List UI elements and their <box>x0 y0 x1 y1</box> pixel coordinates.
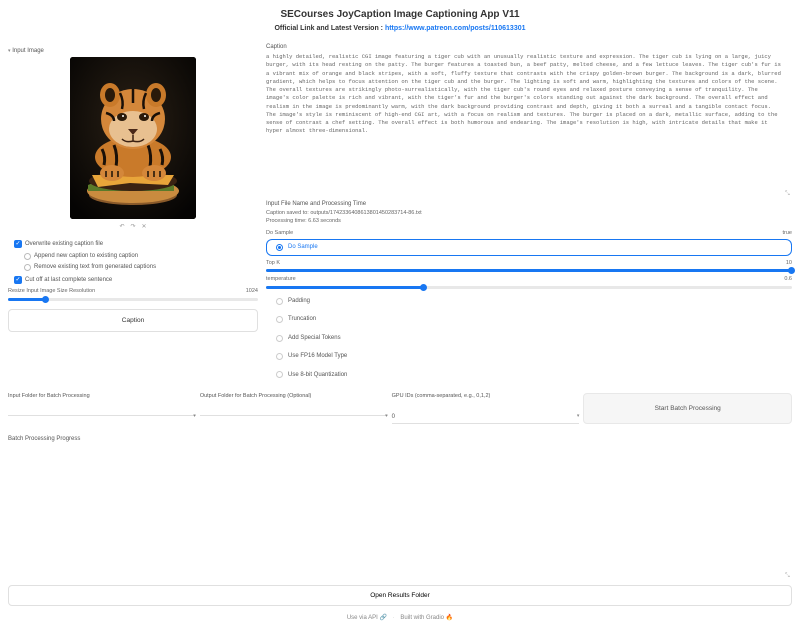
page-footer: Use via API 🔗 · Built with Gradio 🔥 <box>8 614 792 622</box>
batch-input-folder-field[interactable]: Input Folder for Batch Processing ▾ <box>8 393 196 424</box>
radio-dot[interactable] <box>276 353 283 360</box>
caption-label: Caption <box>266 40 792 51</box>
overwrite-label: Overwrite existing caption file <box>25 240 103 248</box>
radio-dot[interactable] <box>276 371 283 378</box>
start-batch-button[interactable]: Start Batch Processing <box>583 393 792 424</box>
caption-output[interactable] <box>266 53 792 193</box>
batch-output-folder-field[interactable]: Output Folder for Batch Processing (Opti… <box>200 393 388 424</box>
truncation-option[interactable]: Truncation <box>266 311 792 327</box>
collapse-caret[interactable]: ▾ <box>8 48 11 54</box>
append-radio[interactable] <box>24 253 31 260</box>
resize-handle-icon[interactable]: ⤡ <box>785 190 791 196</box>
link-icon: 🔗 <box>380 615 387 621</box>
chevron-down-icon[interactable]: ▾ <box>385 413 388 420</box>
batch-progress-output[interactable] <box>8 445 792 575</box>
clear-icon[interactable]: ✕ <box>142 223 147 231</box>
api-link[interactable]: Use via API 🔗 <box>347 615 387 621</box>
resize-slider[interactable]: Resize Input Image Size Resolution 1024 <box>8 288 258 301</box>
open-results-folder-button[interactable]: Open Results Folder <box>8 585 792 606</box>
status-text: Caption saved to: outputs/17423364086138… <box>266 210 792 225</box>
status-label: Input File Name and Processing Time <box>266 197 792 208</box>
topk-slider[interactable]: Top K10 <box>266 260 792 273</box>
caption-button[interactable]: Caption <box>8 309 258 332</box>
use-fp16-option[interactable]: Use FP16 Model Type <box>266 348 792 364</box>
do-sample-option[interactable]: Do Sample <box>266 239 792 255</box>
tiger-burger-image <box>70 57 196 219</box>
add-special-tokens-option[interactable]: Add Special Tokens <box>266 330 792 346</box>
overwrite-checkbox[interactable]: ✓ <box>14 240 22 248</box>
remove-radio-row[interactable]: Remove existing text from generated capt… <box>8 263 258 271</box>
chevron-down-icon[interactable]: ▾ <box>577 413 580 420</box>
radio-dot[interactable] <box>276 335 283 342</box>
use-8bit-option[interactable]: Use 8-bit Quantization <box>266 367 792 383</box>
temperature-slider[interactable]: temperature0.6 <box>266 276 792 289</box>
input-image-preview[interactable] <box>70 57 196 219</box>
radio-dot[interactable] <box>276 316 283 323</box>
undo-icon[interactable]: ↶ <box>119 223 124 231</box>
padding-option[interactable]: Padding <box>266 293 792 309</box>
subtitle-prefix: Official Link and Latest Version : <box>274 25 384 32</box>
fire-icon: 🔥 <box>446 615 453 621</box>
remove-radio[interactable] <box>24 264 31 271</box>
append-radio-row[interactable]: Append new caption to existing caption <box>8 252 258 260</box>
input-image-label: ▾ Input Image <box>8 44 258 55</box>
do-sample-label: Do Sample <box>266 230 293 238</box>
do-sample-value: true <box>783 230 792 238</box>
page-subtitle: Official Link and Latest Version : https… <box>8 24 792 34</box>
gradio-link[interactable]: Built with Gradio 🔥 <box>400 615 453 621</box>
page-title: SECourses JoyCaption Image Captioning Ap… <box>8 8 792 22</box>
chevron-down-icon[interactable]: ▾ <box>193 413 196 420</box>
cutoff-checkbox-row[interactable]: ✓ Cut off at last complete sentence <box>8 276 258 284</box>
radio-dot[interactable] <box>276 298 283 305</box>
do-sample-radio[interactable] <box>276 244 283 251</box>
cutoff-checkbox[interactable]: ✓ <box>14 276 22 284</box>
resize-handle-icon[interactable]: ⤡ <box>785 572 791 578</box>
batch-gpu-ids-field[interactable]: GPU IDs (comma-separated, e.g., 0,1,2) 0… <box>392 393 580 424</box>
batch-progress-label: Batch Processing Progress <box>8 432 792 443</box>
redo-icon[interactable]: ↷ <box>130 223 135 231</box>
overwrite-checkbox-row[interactable]: ✓ Overwrite existing caption file <box>8 240 258 248</box>
patreon-link[interactable]: https://www.patreon.com/posts/110613301 <box>385 25 526 32</box>
